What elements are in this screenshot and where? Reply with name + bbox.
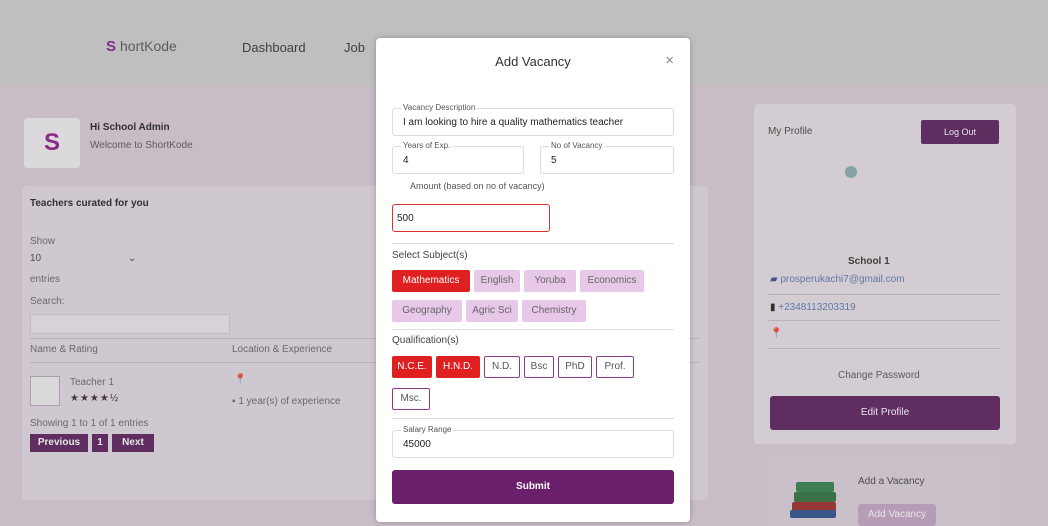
subject-yoruba[interactable]: Yoruba <box>524 270 576 292</box>
qualification-hnd[interactable]: H.N.D. <box>436 356 480 378</box>
qualification-phd[interactable]: PhD <box>558 356 592 378</box>
subject-mathematics[interactable]: Mathematics <box>392 270 470 292</box>
vacancy-description-label: Vacancy Description <box>401 103 478 112</box>
amount-input[interactable] <box>392 204 550 232</box>
divider <box>392 243 674 244</box>
qualifications-label: Qualification(s) <box>392 335 459 346</box>
modal-title: Add Vacancy <box>495 54 571 69</box>
no-of-vacancy-field[interactable]: No of Vacancy <box>540 141 674 174</box>
qualification-bsc[interactable]: Bsc <box>524 356 554 378</box>
years-of-exp-input[interactable] <box>403 155 517 166</box>
years-of-exp-label: Years of Exp. <box>401 141 453 150</box>
salary-range-field[interactable]: Salary Range <box>392 425 674 458</box>
subject-geography[interactable]: Geography <box>392 300 462 322</box>
divider <box>392 329 674 330</box>
amount-label: Amount (based on no of vacancy) <box>410 181 545 191</box>
vacancy-description-input[interactable] <box>403 117 667 128</box>
years-of-exp-field[interactable]: Years of Exp. <box>392 141 524 174</box>
close-icon[interactable]: × <box>665 52 674 69</box>
salary-range-input[interactable] <box>403 439 667 450</box>
qualification-nd[interactable]: N.D. <box>484 356 520 378</box>
salary-range-label: Salary Range <box>401 425 454 434</box>
submit-button[interactable]: Submit <box>392 470 674 504</box>
subject-economics[interactable]: Economics <box>580 270 644 292</box>
add-vacancy-modal: Add Vacancy × Vacancy Description Years … <box>376 38 690 522</box>
qualification-nce[interactable]: N.C.E. <box>392 356 432 378</box>
subject-agric-sci[interactable]: Agric Sci <box>466 300 518 322</box>
vacancy-description-field[interactable]: Vacancy Description <box>392 103 674 136</box>
no-of-vacancy-input[interactable] <box>551 155 667 166</box>
subjects-label: Select Subject(s) <box>392 250 468 261</box>
subject-english[interactable]: English <box>474 270 520 292</box>
qualification-msc[interactable]: Msc. <box>392 388 430 410</box>
divider <box>392 418 674 419</box>
subject-chemistry[interactable]: Chemistry <box>522 300 586 322</box>
qualification-prof[interactable]: Prof. <box>596 356 634 378</box>
no-of-vacancy-label: No of Vacancy <box>549 141 605 150</box>
